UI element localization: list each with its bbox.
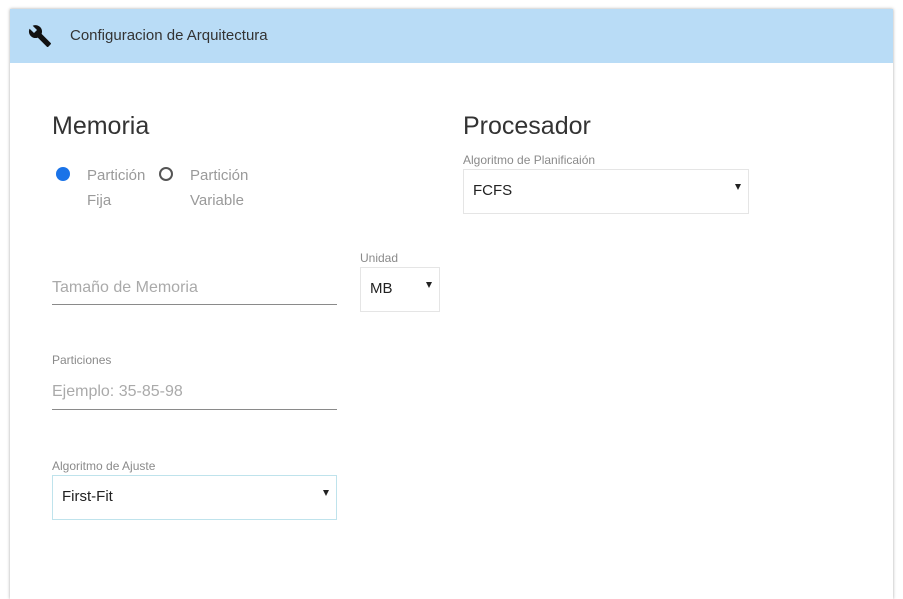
radio-fija-label-line2: Fija (87, 192, 112, 209)
planificacion-select[interactable]: FCFS (463, 169, 749, 214)
radio-fija-label: Partición Fija (87, 163, 157, 213)
ajuste-select[interactable]: First-Fit (52, 475, 337, 520)
planificacion-label: Algoritmo de Planificaión (463, 153, 596, 167)
planificacion-value: FCFS (473, 182, 513, 199)
radio-fija-indicator[interactable] (56, 167, 70, 181)
unidad-value: MB (370, 280, 393, 297)
radio-variable-label-line2: Variable (190, 192, 244, 209)
particiones-label: Particiones (52, 353, 112, 367)
particiones-input[interactable] (52, 374, 337, 410)
ajuste-label: Algoritmo de Ajuste (52, 459, 156, 473)
architecture-config-card: Configuracion de Arquitectura Memoria Pa… (10, 9, 893, 599)
unidad-label: Unidad (360, 251, 399, 265)
card-header: Configuracion de Arquitectura (10, 9, 893, 63)
chevron-down-icon (426, 282, 432, 288)
tamano-memoria-input[interactable] (52, 271, 337, 305)
page-title: Configuracion de Arquitectura (70, 27, 268, 44)
wrench-icon (28, 25, 51, 47)
radio-fija-label-line1: Partición (87, 167, 146, 184)
chevron-down-icon (735, 184, 741, 190)
radio-variable-indicator[interactable] (159, 167, 173, 181)
radio-variable-label-line1: Partición (190, 167, 249, 184)
procesador-heading: Procesador (463, 112, 591, 140)
radio-variable-label: Partición Variable (190, 163, 260, 213)
unidad-select[interactable]: MB (360, 267, 440, 312)
ajuste-value: First-Fit (62, 488, 113, 505)
chevron-down-icon (323, 490, 329, 496)
memoria-heading: Memoria (52, 112, 150, 140)
